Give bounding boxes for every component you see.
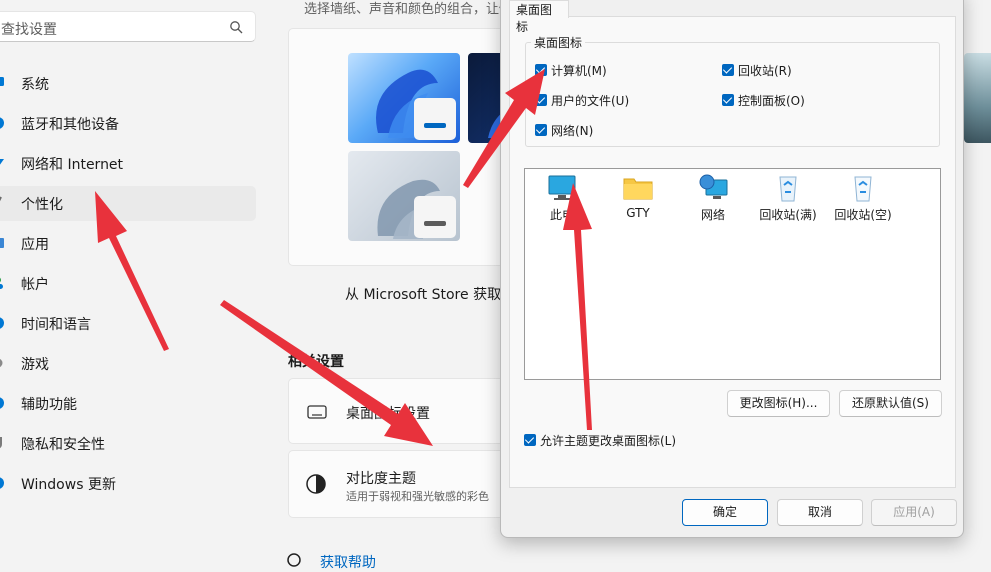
gamepad-icon <box>0 358 3 368</box>
update-icon <box>0 477 4 489</box>
checkbox-computer-label: 计算机(M) <box>551 64 607 78</box>
theme-taskbar-preview <box>414 98 456 140</box>
sidebar-item-windows-update[interactable]: Windows 更新 <box>0 466 256 501</box>
desktop-icon-item-label: 此电 <box>549 208 574 222</box>
sidebar-item-network[interactable]: 网络和 Internet <box>0 146 256 181</box>
search-input[interactable]: 查找设置 <box>1 19 57 39</box>
desktop-icon-item-recycle-empty[interactable]: 回收站(空) <box>828 173 898 223</box>
sidebar-item-accessibility[interactable]: 辅助功能 <box>0 386 256 421</box>
sidebar-item-apps[interactable]: 应用 <box>0 226 256 261</box>
accessibility-icon <box>0 397 4 409</box>
globe-icon <box>0 317 4 329</box>
sidebar-item-privacy[interactable]: 隐私和安全性 <box>0 426 256 461</box>
checkbox-allow-themes[interactable] <box>524 434 536 446</box>
sidebar-item-label: 系统 <box>21 77 49 93</box>
recycle-bin-full-icon <box>779 176 797 202</box>
monitor-icon <box>0 77 4 86</box>
sidebar-item-personalization[interactable]: 个性化 <box>0 186 256 221</box>
apply-button[interactable]: 应用(A) <box>871 499 957 526</box>
checkbox-recycle-bin[interactable] <box>722 64 734 76</box>
sidebar-item-label: 隐私和安全性 <box>21 437 105 453</box>
related-settings-title: 相关设置 <box>288 354 344 370</box>
group-label: 桌面图标 <box>531 34 586 51</box>
sidebar-item-label: 个性化 <box>21 197 63 213</box>
recycle-bin-empty-icon <box>854 176 872 202</box>
sidebar-item-label: 帐户 <box>21 277 49 293</box>
brush-icon <box>0 196 2 202</box>
checkbox-user-files-label: 用户的文件(U) <box>551 94 630 108</box>
checkbox-computer[interactable] <box>535 64 547 76</box>
contrast-themes-subtitle: 适用于弱视和强光敏感的彩色 <box>346 490 489 503</box>
theme-taskbar-preview <box>414 196 456 238</box>
sidebar-item-label: Windows 更新 <box>21 477 116 493</box>
sidebar-item-label: 网络和 Internet <box>21 157 124 173</box>
contrast-icon <box>306 474 326 494</box>
checkbox-control-panel-label: 控制面板(O) <box>738 94 805 108</box>
wifi-icon <box>0 159 4 165</box>
desktop-icon-item-label: 网络 <box>700 208 725 222</box>
desktop-icon-settings-label: 桌面图标设置 <box>346 406 430 422</box>
checkbox-allow-themes-label: 允许主题更改桌面图标(L) <box>540 434 677 448</box>
cancel-button[interactable]: 取消 <box>777 499 863 526</box>
help-icon <box>287 553 301 567</box>
change-icon-button[interactable]: 更改图标(H)... <box>727 390 830 417</box>
checkbox-network[interactable] <box>535 124 547 136</box>
sidebar-item-label: 时间和语言 <box>21 317 91 333</box>
page-description: 选择墙纸、声音和颜色的组合，让你 <box>304 2 513 17</box>
sidebar-item-system[interactable]: 系统 <box>0 66 256 101</box>
sidebar-item-label: 应用 <box>21 237 49 253</box>
sidebar-item-bluetooth[interactable]: 蓝牙和其他设备 <box>0 106 256 141</box>
desktop-icon-item-label: GTY <box>626 206 650 220</box>
desktop-icon <box>307 405 327 419</box>
sidebar-item-time-language[interactable]: 时间和语言 <box>0 306 256 341</box>
person-icon <box>0 277 3 289</box>
theme-thumb-landscape[interactable] <box>964 53 991 143</box>
theme-thumb-light[interactable] <box>348 53 460 143</box>
folder-icon <box>623 178 653 200</box>
shield-icon <box>0 437 2 449</box>
desktop-icon-settings-card[interactable]: 桌面图标设置 <box>288 378 518 444</box>
desktop-icon-item-label: 回收站(空) <box>834 208 892 222</box>
search-icon <box>230 21 243 34</box>
checkbox-user-files[interactable] <box>535 94 547 106</box>
desktop-icon-item-label: 回收站(满) <box>759 208 817 222</box>
search-box[interactable]: 查找设置 <box>0 11 256 42</box>
microsoft-store-link[interactable]: 从 Microsoft Store 获取更 <box>345 284 515 304</box>
apps-icon <box>0 238 4 248</box>
sidebar-item-label: 辅助功能 <box>21 397 77 413</box>
sidebar-item-label: 蓝牙和其他设备 <box>21 117 119 133</box>
get-help-link[interactable]: 获取帮助 <box>320 552 376 572</box>
checkbox-recycle-bin-label: 回收站(R) <box>738 64 792 78</box>
theme-thumb-glow[interactable] <box>348 151 460 241</box>
sidebar-item-label: 游戏 <box>21 357 49 373</box>
desktop-icon-item-gty[interactable]: GTY <box>603 173 673 220</box>
ok-button[interactable]: 确定 <box>682 499 768 526</box>
sidebar-item-gaming[interactable]: 游戏 <box>0 346 256 381</box>
checkbox-network-label: 网络(N) <box>551 124 594 138</box>
contrast-themes-title: 对比度主题 <box>346 471 416 487</box>
restore-default-button[interactable]: 还原默认值(S) <box>839 390 942 417</box>
desktop-icon-item-this-pc[interactable]: 此电 <box>527 173 597 223</box>
tab-desktop-icons[interactable]: 桌面图标 <box>509 0 569 34</box>
desktop-icon-item-network[interactable]: 网络 <box>678 173 748 223</box>
computer-icon <box>548 175 576 200</box>
checkbox-control-panel[interactable] <box>722 94 734 106</box>
bluetooth-icon <box>0 117 4 129</box>
network-icon <box>699 174 728 199</box>
contrast-themes-card[interactable]: 对比度主题 适用于弱视和强光敏感的彩色 <box>288 450 518 518</box>
sidebar-item-accounts[interactable]: 帐户 <box>0 266 256 301</box>
desktop-icon-item-recycle-full[interactable]: 回收站(满) <box>753 173 823 223</box>
